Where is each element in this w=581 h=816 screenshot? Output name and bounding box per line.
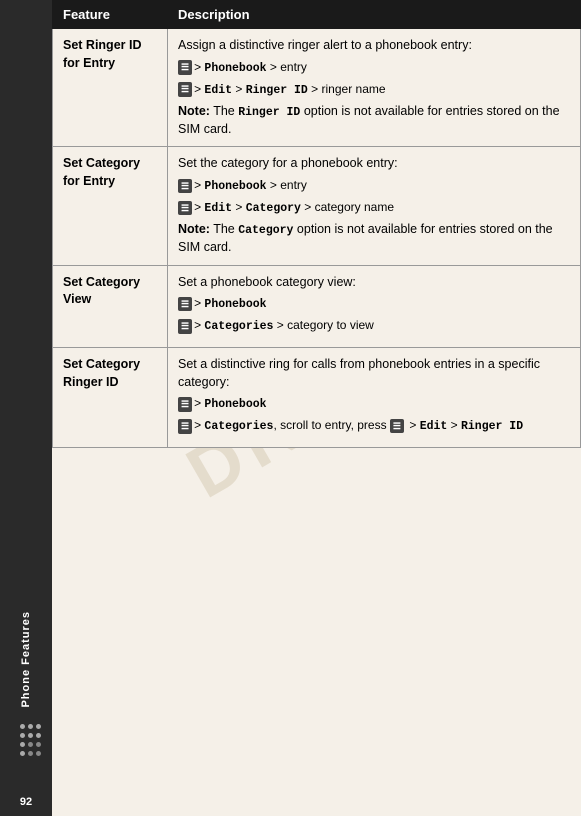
menu-step: ☰ > Phonebook [178,395,570,413]
dot [28,733,33,738]
dot [28,742,33,747]
description-cell-4: Set a distinctive ring for calls from ph… [168,348,581,448]
table-row: Set CategoryView Set a phonebook categor… [53,265,581,348]
page-number: 92 [0,796,52,808]
feature-label-4: Set CategoryRinger ID [63,357,140,389]
menu-icon: ☰ [178,60,192,75]
menu-icon: ☰ [178,397,192,412]
note-text: Note: The Ringer ID option is not availa… [178,103,570,139]
sidebar-label: Phone Features [20,611,32,708]
step-text: > Edit > Category > category name [194,199,394,217]
menu-icon: ☰ [178,179,192,194]
header-description: Description [168,1,581,29]
dot-row-2 [20,733,41,738]
menu-icon: ☰ [178,82,192,97]
menu-step: ☰ > Edit > Ringer ID > ringer name [178,81,570,99]
step-text: > Phonebook > entry [194,59,307,77]
step-text: > Categories, scroll to entry, press ☰ >… [194,417,523,435]
dot [20,733,25,738]
dot-row-1 [20,724,41,729]
desc-text: Assign a distinctive ringer alert to a p… [178,37,570,55]
row-content-3: Set a phonebook category view: ☰ > Phone… [178,274,570,336]
menu-step: ☰ > Categories > category to view [178,317,570,335]
menu-icon-inline: ☰ [390,419,404,434]
desc-text: Set the category for a phonebook entry: [178,155,570,173]
step-text: > Phonebook > entry [194,177,307,195]
note-text: Note: The Category option is not availab… [178,221,570,257]
dot [36,751,41,756]
menu-icon: ☰ [178,201,192,216]
menu-icon: ☰ [178,419,192,434]
sidebar-dots [12,724,41,756]
dot [20,742,25,747]
feature-table: Feature Description Set Ringer ID for En… [52,0,581,448]
menu-step: ☰ > Edit > Category > category name [178,199,570,217]
dot [20,751,25,756]
menu-icon: ☰ [178,297,192,312]
feature-cell-4: Set CategoryRinger ID [53,348,168,448]
description-cell-2: Set the category for a phonebook entry: … [168,147,581,265]
dot [28,724,33,729]
menu-step: ☰ > Phonebook [178,295,570,313]
menu-step: ☰ > Phonebook > entry [178,177,570,195]
desc-text: Set a phonebook category view: [178,274,570,292]
sidebar: Phone Features 92 [0,0,52,816]
header-feature: Feature [53,1,168,29]
feature-label-1: Set Ringer ID for Entry [63,38,142,70]
table-row: Set CategoryRinger ID Set a distinctive … [53,348,581,448]
row-content-1: Assign a distinctive ringer alert to a p… [178,37,570,138]
step-text: > Edit > Ringer ID > ringer name [194,81,385,99]
step-text: > Phonebook [194,295,266,313]
dot [36,742,41,747]
dot [28,751,33,756]
dot-row-3 [20,742,41,747]
feature-label-3: Set CategoryView [63,275,140,307]
feature-cell-3: Set CategoryView [53,265,168,348]
dot-row-4 [20,751,41,756]
desc-text: Set a distinctive ring for calls from ph… [178,356,570,391]
dot [36,733,41,738]
feature-cell-1: Set Ringer ID for Entry [53,29,168,147]
table-row: Set Ringer ID for Entry Assign a distinc… [53,29,581,147]
main-content: DRAFT Feature Description Set Ringer ID … [52,0,581,816]
feature-label-2: Set Categoryfor Entry [63,156,140,188]
dot [36,724,41,729]
table-header-row: Feature Description [53,1,581,29]
menu-step: ☰ > Phonebook > entry [178,59,570,77]
menu-step: ☰ > Categories, scroll to entry, press ☰… [178,417,570,435]
row-content-4: Set a distinctive ring for calls from ph… [178,356,570,435]
menu-icon: ☰ [178,319,192,334]
feature-cell-2: Set Categoryfor Entry [53,147,168,265]
row-content-2: Set the category for a phonebook entry: … [178,155,570,256]
description-cell-3: Set a phonebook category view: ☰ > Phone… [168,265,581,348]
dot [20,724,25,729]
step-text: > Phonebook [194,395,266,413]
step-text: > Categories > category to view [194,317,374,335]
page-wrapper: Phone Features 92 [0,0,581,816]
description-cell-1: Assign a distinctive ringer alert to a p… [168,29,581,147]
table-row: Set Categoryfor Entry Set the category f… [53,147,581,265]
